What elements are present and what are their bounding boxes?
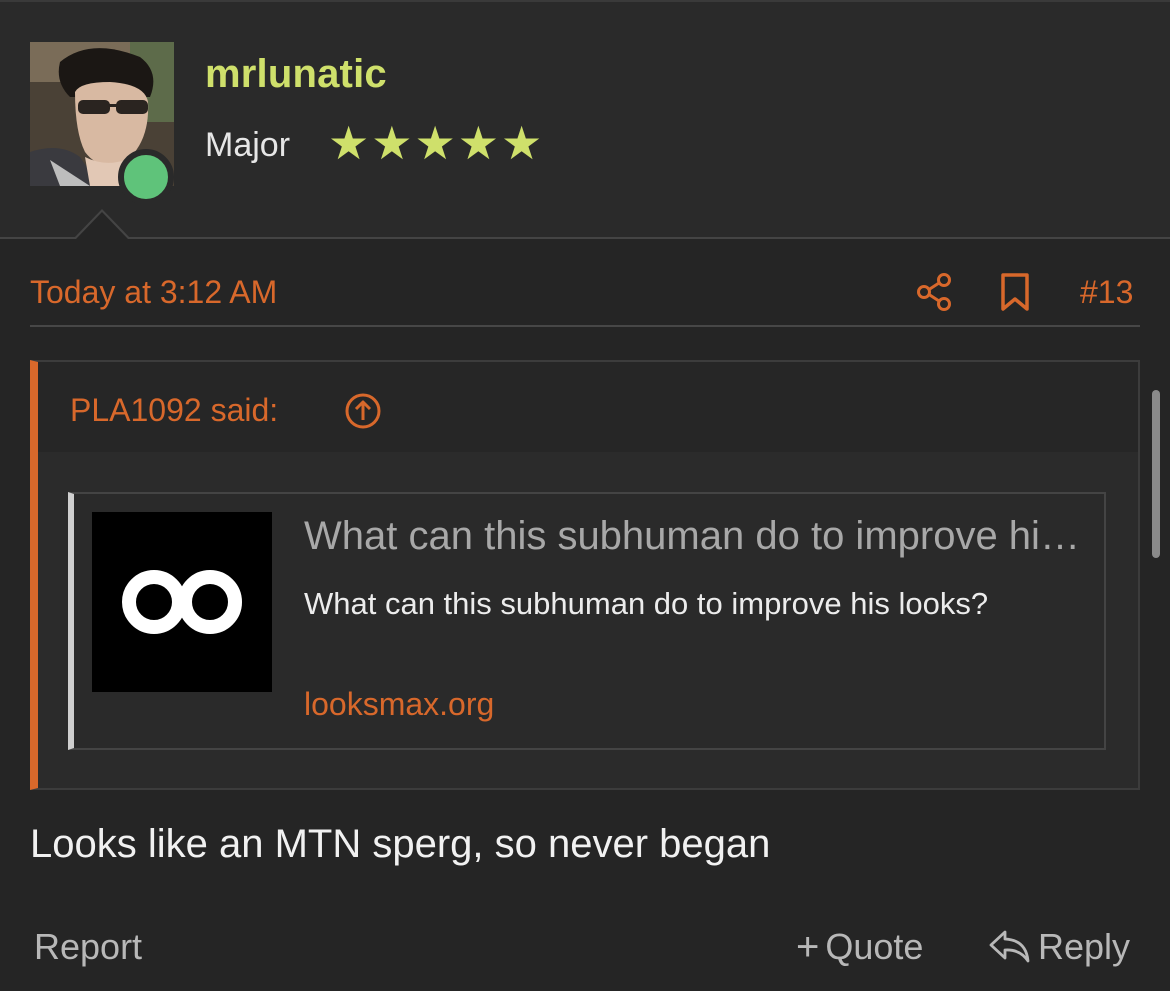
embed-description: What can this subhuman do to improve his…: [304, 586, 989, 621]
quote-button[interactable]: + Quote: [796, 926, 923, 968]
report-button[interactable]: Report: [34, 926, 142, 968]
quote-author-label[interactable]: PLA1092 said:: [70, 392, 278, 429]
username[interactable]: mrlunatic: [205, 52, 387, 97]
post-body-text: Looks like an MTN sperg, so never began: [30, 822, 771, 866]
embed-domain[interactable]: looksmax.org: [304, 686, 494, 723]
reply-arrow-icon: [989, 930, 1030, 963]
user-rank-title: Major: [205, 126, 291, 164]
header-divider: [0, 237, 1170, 239]
quote-header: PLA1092 said:: [38, 362, 1138, 452]
user-header: mrlunatic Major ★★★★★: [0, 0, 1170, 238]
arrow-up-circle-icon[interactable]: [344, 392, 382, 430]
scrollbar-thumb[interactable]: [1152, 390, 1160, 558]
looksmax-logo-icon: [92, 512, 272, 692]
meta-divider: [30, 325, 1140, 327]
rating-stars: ★★★★★: [328, 117, 545, 169]
reply-button[interactable]: Reply: [988, 926, 1130, 968]
post-number-link[interactable]: #13: [1080, 274, 1133, 311]
quote-block: PLA1092 said: What can this subhuman do …: [30, 360, 1140, 790]
post-container: mrlunatic Major ★★★★★ Today at 3:12 AM #…: [0, 0, 1170, 991]
plus-icon: +: [796, 925, 820, 969]
link-preview-embed[interactable]: What can this subhuman do to improve his…: [68, 492, 1106, 750]
quote-button-label: Quote: [825, 926, 924, 967]
embed-title[interactable]: What can this subhuman do to improve his…: [304, 514, 1084, 559]
share-icon[interactable]: [914, 272, 954, 312]
header-pointer-fill: [76, 212, 128, 239]
bookmark-icon[interactable]: [998, 272, 1032, 312]
reply-button-label: Reply: [1038, 926, 1131, 967]
post-timestamp[interactable]: Today at 3:12 AM: [30, 274, 277, 311]
online-status-indicator: [118, 149, 174, 205]
